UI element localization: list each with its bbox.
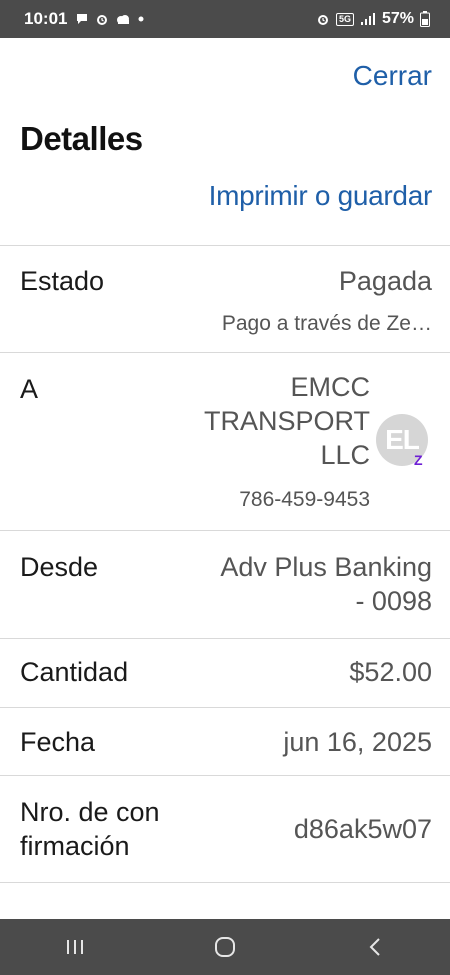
from-value: Adv Plus Banking - 0098 — [220, 550, 432, 618]
dot-icon — [137, 15, 145, 23]
back-icon[interactable] — [345, 927, 405, 967]
recipient-label: A — [20, 374, 39, 404]
from-value-line: Adv Plus Banking — [220, 552, 432, 582]
divider — [0, 638, 450, 639]
divider — [0, 775, 450, 776]
battery-icon — [420, 11, 430, 27]
divider — [0, 882, 450, 883]
signal-icon — [360, 12, 376, 26]
recipient-phone: 786-459-9453 — [239, 488, 370, 511]
divider — [0, 530, 450, 531]
battery-percent: 57% — [381, 10, 414, 27]
zelle-icon: Z — [414, 452, 423, 468]
from-value-line: - 0098 — [355, 586, 432, 616]
status-bar-left: 10:01 — [24, 9, 145, 29]
alarm-icon — [95, 12, 109, 26]
divider — [0, 707, 450, 708]
alarm-icon — [316, 12, 330, 26]
recipient-name: EMCC TRANSPORT LLC — [170, 370, 370, 472]
clock: 10:01 — [24, 9, 68, 28]
date-value: jun 16, 2025 — [283, 727, 432, 757]
confirmation-label: Nro. de con firmación — [20, 795, 160, 863]
from-label: Desde — [20, 552, 99, 582]
page-title: Detalles — [20, 120, 143, 157]
recents-icon[interactable] — [45, 927, 105, 967]
amount-value: $52.00 — [349, 657, 432, 687]
confirmation-label-line: firmación — [20, 831, 130, 861]
status-bar-right: 5G 57% — [316, 10, 430, 28]
recipient-name-line: EMCC — [290, 372, 371, 402]
amount-label: Cantidad — [20, 657, 129, 687]
status-value: Pagada — [338, 266, 432, 296]
navigation-bar — [0, 919, 450, 975]
status-bar: 10:01 5G 57% — [0, 0, 450, 38]
close-button[interactable]: Cerrar — [353, 60, 432, 92]
print-or-save-button[interactable]: Imprimir o guardar — [209, 180, 433, 212]
recipient-name-line: TRANSPORT — [203, 406, 370, 436]
confirmation-label-line: Nro. de con — [20, 797, 160, 827]
chat-icon — [75, 12, 89, 26]
date-label: Fecha — [20, 727, 96, 757]
confirmation-value: d86ak5w07 — [293, 814, 432, 844]
status-label: Estado — [20, 266, 105, 296]
cloud-icon — [115, 12, 131, 26]
status-subtext: Pago a través de Ze… — [221, 312, 432, 335]
divider — [0, 352, 450, 353]
network-badge: 5G — [335, 12, 354, 26]
recipient-name-line: LLC — [320, 440, 370, 470]
home-icon[interactable] — [195, 927, 255, 967]
divider — [0, 245, 450, 246]
